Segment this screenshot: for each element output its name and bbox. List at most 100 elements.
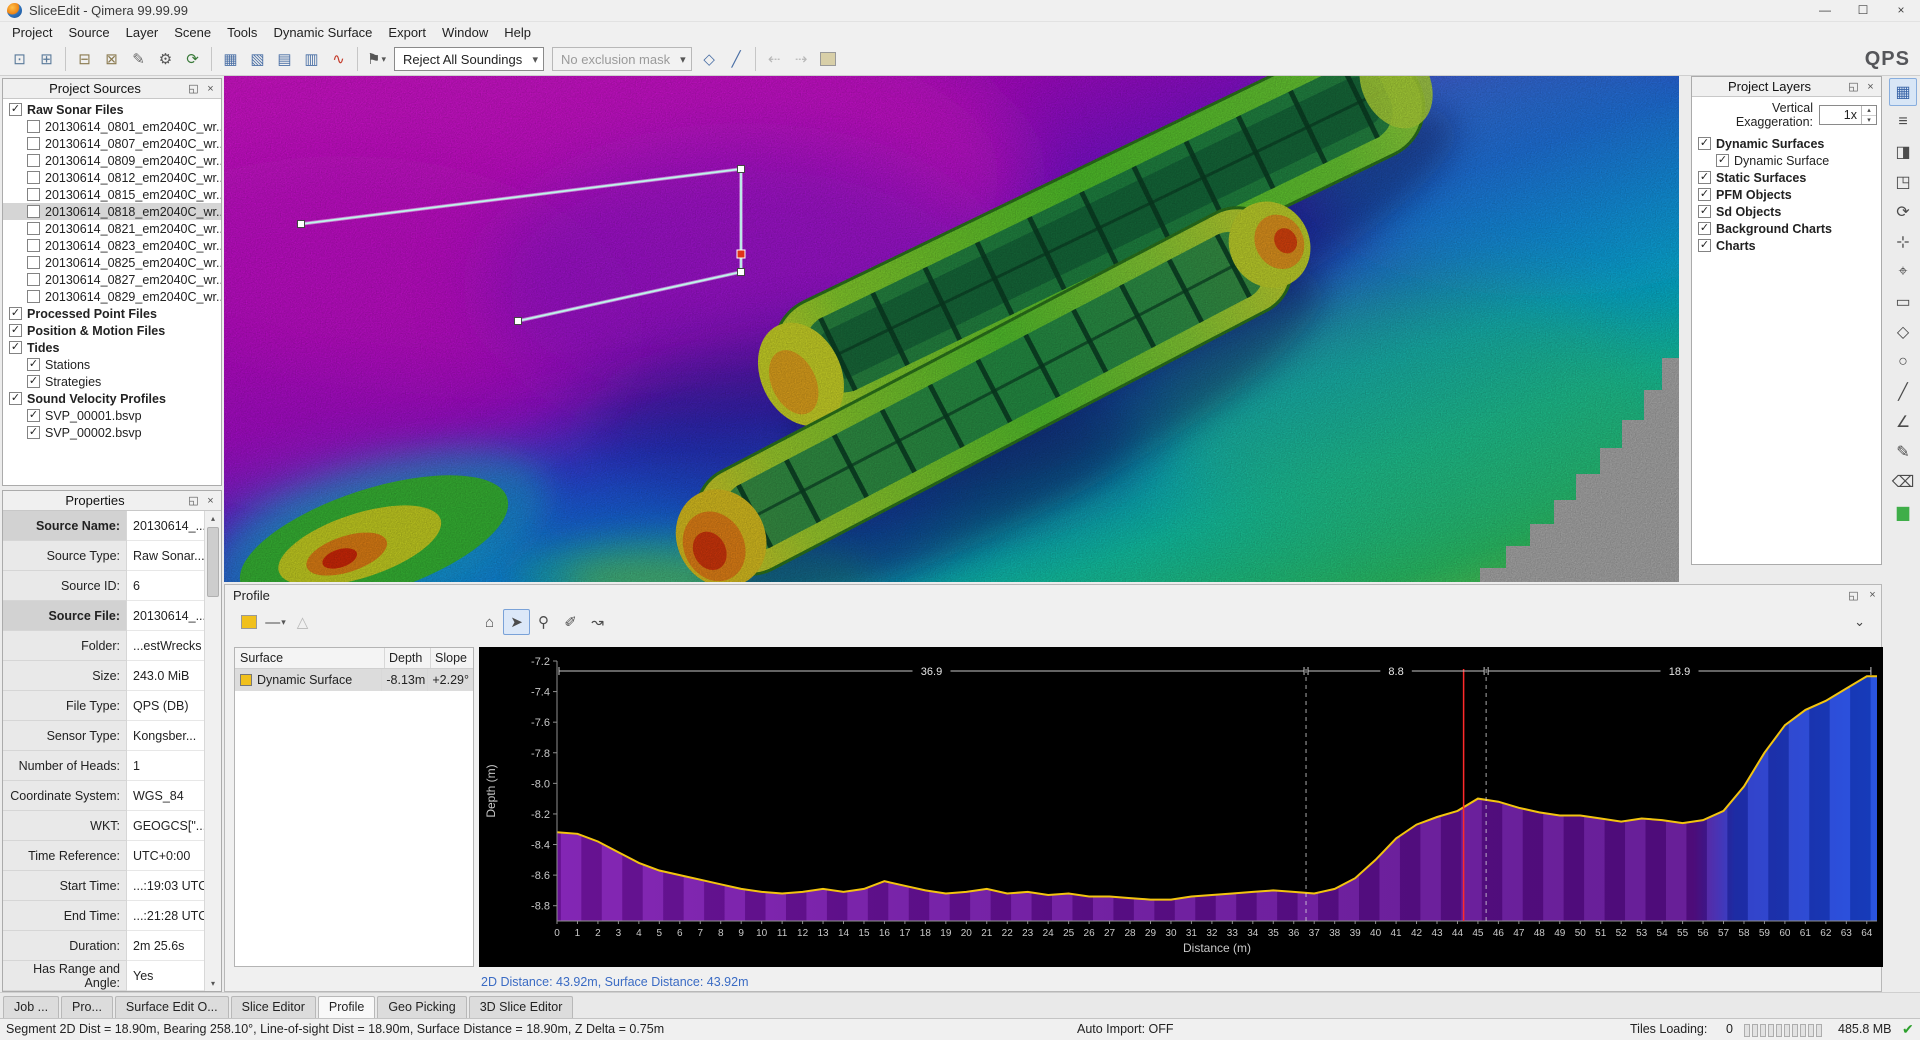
menu-window[interactable]: Window xyxy=(434,23,496,42)
tab-job[interactable]: Job ... xyxy=(3,996,59,1018)
maximize-button[interactable]: ☐ xyxy=(1844,0,1882,22)
settings-gear-icon[interactable]: ⚙ xyxy=(152,46,179,72)
close-panel-icon[interactable]: × xyxy=(202,495,219,507)
export-database-icon[interactable]: ⊟ xyxy=(71,46,98,72)
close-button[interactable]: × xyxy=(1882,0,1920,22)
checkbox[interactable] xyxy=(27,222,40,235)
checkbox[interactable]: ✓ xyxy=(27,426,40,439)
checkbox[interactable] xyxy=(27,171,40,184)
checkbox[interactable] xyxy=(27,239,40,252)
checkbox[interactable] xyxy=(27,256,40,269)
source-strategies[interactable]: ✓Strategies xyxy=(3,373,221,390)
bathymetry-image[interactable] xyxy=(224,76,1679,582)
annotate-icon[interactable]: ✎ xyxy=(1889,438,1917,466)
tab-geo-picking[interactable]: Geo Picking xyxy=(377,996,466,1018)
source-processed-point-files[interactable]: ✓Processed Point Files xyxy=(3,305,221,322)
checkbox[interactable]: ✓ xyxy=(1698,137,1711,150)
edit-points-icon[interactable]: ✎ xyxy=(125,46,152,72)
table-grid-icon[interactable]: ▦ xyxy=(1889,78,1917,106)
home-extents-icon[interactable]: ⌂ xyxy=(476,609,503,635)
source-raw-sonar-files[interactable]: ✓Raw Sonar Files xyxy=(3,101,221,118)
rotate-3d-icon[interactable]: ⟳ xyxy=(1889,198,1917,226)
tab-surface-edit-o[interactable]: Surface Edit O... xyxy=(115,996,229,1018)
rect-select-icon[interactable]: ▭ xyxy=(1889,288,1917,316)
checkbox[interactable]: ✓ xyxy=(27,358,40,371)
close-panel-icon[interactable]: × xyxy=(202,83,219,95)
tab-pro[interactable]: Pro... xyxy=(61,996,113,1018)
minimize-button[interactable]: — xyxy=(1806,0,1844,22)
checkbox[interactable] xyxy=(27,137,40,150)
eraser-icon[interactable]: ⌫ xyxy=(1889,468,1917,496)
menu-scene[interactable]: Scene xyxy=(166,23,219,42)
float-panel-icon[interactable]: ◱ xyxy=(185,494,202,507)
surface-table-row[interactable]: Dynamic Surface-8.13m+2.29° xyxy=(235,669,473,691)
source-svp-00001-bsvp[interactable]: ✓SVP_00001.bsvp xyxy=(3,407,221,424)
pan-view-icon[interactable]: ⊹ xyxy=(1889,228,1917,256)
float-panel-icon[interactable]: ◱ xyxy=(1845,80,1862,93)
checkbox[interactable]: ✓ xyxy=(1698,222,1711,235)
surface-color-swatch[interactable] xyxy=(240,674,252,686)
select-line-icon[interactable]: ╱ xyxy=(723,46,750,72)
source-20130614-0818-em2040c-wr[interactable]: 20130614_0818_em2040C_wr... xyxy=(3,203,221,220)
surface-update-icon[interactable]: ▧ xyxy=(244,46,271,72)
surface-color-swatch[interactable] xyxy=(235,609,262,635)
pick-point-icon[interactable]: ⌖ xyxy=(1889,258,1917,286)
scroll-down-icon[interactable]: ▾ xyxy=(205,976,221,991)
source-20130614-0812-em2040c-wr[interactable]: 20130614_0812_em2040C_wr... xyxy=(3,169,221,186)
zoom-icon[interactable]: ⚲ xyxy=(530,609,557,635)
source-20130614-0825-em2040c-wr[interactable]: 20130614_0825_em2040C_wr... xyxy=(3,254,221,271)
checkbox[interactable]: ✓ xyxy=(9,392,22,405)
angle-measure-icon[interactable]: ∠ xyxy=(1889,408,1917,436)
float-panel-icon[interactable]: ◱ xyxy=(185,82,202,95)
source-sound-velocity-profiles[interactable]: ✓Sound Velocity Profiles xyxy=(3,390,221,407)
checkbox[interactable]: ✓ xyxy=(27,375,40,388)
layer-sd-objects[interactable]: ✓Sd Objects xyxy=(1692,203,1881,220)
layer-pfm-objects[interactable]: ✓PFM Objects xyxy=(1692,186,1881,203)
checkbox[interactable] xyxy=(27,290,40,303)
checkbox[interactable]: ✓ xyxy=(9,103,22,116)
menu-layer[interactable]: Layer xyxy=(118,23,167,42)
source-20130614-0809-em2040c-wr[interactable]: 20130614_0809_em2040C_wr... xyxy=(3,152,221,169)
checkbox[interactable]: ✓ xyxy=(27,409,40,422)
profile-chart-area[interactable]: -7.2-7.4-7.6-7.8-8.0-8.2-8.4-8.6-8.80123… xyxy=(479,647,1883,967)
close-panel-icon[interactable]: × xyxy=(1862,81,1879,93)
layer-static-surfaces[interactable]: ✓Static Surfaces xyxy=(1692,169,1881,186)
menu-tools[interactable]: Tools xyxy=(219,23,265,42)
checkbox[interactable] xyxy=(27,120,40,133)
checkbox[interactable]: ✓ xyxy=(1716,154,1729,167)
wireframe-view-icon[interactable]: ◳ xyxy=(1889,168,1917,196)
scroll-up-icon[interactable]: ▴ xyxy=(205,511,221,526)
export-profile-icon[interactable]: ↝ xyxy=(584,609,611,635)
menu-project[interactable]: Project xyxy=(4,23,60,42)
zoom-extents-icon[interactable]: ⊞ xyxy=(33,46,60,72)
source-20130614-0815-em2040c-wr[interactable]: 20130614_0815_em2040C_wr... xyxy=(3,186,221,203)
menu-source[interactable]: Source xyxy=(60,23,117,42)
source-20130614-0823-em2040c-wr[interactable]: 20130614_0823_em2040C_wr... xyxy=(3,237,221,254)
source-stations[interactable]: ✓Stations xyxy=(3,356,221,373)
checkbox[interactable]: ✓ xyxy=(9,307,22,320)
source-20130614-0827-em2040c-wr[interactable]: 20130614_0827_em2040C_wr... xyxy=(3,271,221,288)
layer-background-charts[interactable]: ✓Background Charts xyxy=(1692,220,1881,237)
source-20130614-0801-em2040c-wr[interactable]: 20130614_0801_em2040C_wr... xyxy=(3,118,221,135)
source-svp-00002-bsvp[interactable]: ✓SVP_00002.bsvp xyxy=(3,424,221,441)
measure-icon[interactable]: ✐ xyxy=(557,609,584,635)
checkbox[interactable]: ✓ xyxy=(1698,239,1711,252)
line-style-icon[interactable]: —▾ xyxy=(262,609,289,635)
surface-grid-icon[interactable]: ▤ xyxy=(271,46,298,72)
source-tides[interactable]: ✓Tides xyxy=(3,339,221,356)
checkbox[interactable]: ✓ xyxy=(9,324,22,337)
layer-dynamic-surfaces[interactable]: ✓Dynamic Surfaces xyxy=(1692,135,1881,152)
column-header-depth[interactable]: Depth xyxy=(385,648,431,668)
spin-down-icon[interactable]: ▾ xyxy=(1862,116,1876,125)
import-database-icon[interactable]: ⊠ xyxy=(98,46,125,72)
checkbox[interactable]: ✓ xyxy=(1698,188,1711,201)
checkbox[interactable] xyxy=(27,273,40,286)
surface-filter-icon[interactable]: ▥ xyxy=(298,46,325,72)
menu-export[interactable]: Export xyxy=(380,23,434,42)
shade-view-icon[interactable]: ◨ xyxy=(1889,138,1917,166)
layers-icon[interactable]: ≡ xyxy=(1889,108,1917,136)
source-20130614-0807-em2040c-wr[interactable]: 20130614_0807_em2040C_wr... xyxy=(3,135,221,152)
refresh-icon[interactable]: ⟳ xyxy=(179,46,206,72)
surface-edit-icon[interactable]: ▦ xyxy=(217,46,244,72)
checkbox[interactable]: ✓ xyxy=(1698,171,1711,184)
